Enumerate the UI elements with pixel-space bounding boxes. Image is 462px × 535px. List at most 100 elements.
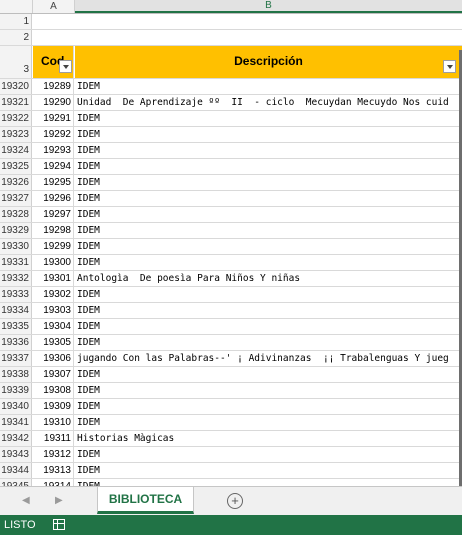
row-number[interactable]: 2	[0, 30, 32, 45]
scroll-tabs-right-icon[interactable]: ▶	[55, 495, 63, 506]
description-cell[interactable]: IDEM	[75, 463, 462, 478]
row-number[interactable]: 1	[0, 14, 32, 29]
spreadsheet-grid[interactable]: A B 1 2 3 Cod Descripción 19320 19289 IDEM…	[0, 0, 462, 486]
description-cell[interactable]: IDEM	[75, 415, 462, 430]
row-number[interactable]: 19320	[0, 79, 32, 94]
description-cell[interactable]: IDEM	[75, 175, 462, 190]
select-all-corner[interactable]	[0, 0, 33, 13]
table-row: 19328 19297 IDEM	[0, 207, 462, 223]
code-cell[interactable]: 19298	[33, 223, 74, 238]
code-cell[interactable]: 19309	[33, 399, 74, 414]
table-row: 19333 19302 IDEM	[0, 287, 462, 303]
row-number[interactable]: 19334	[0, 303, 32, 318]
description-cell[interactable]: IDEM	[75, 255, 462, 270]
description-cell[interactable]: IDEM	[75, 447, 462, 462]
column-header-b[interactable]: B	[75, 0, 462, 13]
row-number[interactable]: 19337	[0, 351, 32, 366]
filter-dropdown-icon[interactable]	[443, 60, 456, 73]
description-cell[interactable]: IDEM	[75, 479, 462, 486]
row-number[interactable]: 19329	[0, 223, 32, 238]
description-cell[interactable]: IDEM	[75, 319, 462, 334]
description-cell[interactable]: IDEM	[75, 79, 462, 94]
description-cell[interactable]: Unidad De Aprendizaje ºº II - ciclo Mecu…	[75, 95, 462, 110]
description-cell[interactable]: IDEM	[75, 159, 462, 174]
code-cell[interactable]: 19292	[33, 127, 74, 142]
table-row-1: 1	[0, 14, 462, 30]
description-cell[interactable]: IDEM	[75, 239, 462, 254]
description-cell[interactable]: IDEM	[75, 223, 462, 238]
code-cell[interactable]: 19305	[33, 335, 74, 350]
row-number[interactable]: 19341	[0, 415, 32, 430]
description-cell[interactable]: IDEM	[75, 287, 462, 302]
description-cell[interactable]: IDEM	[75, 207, 462, 222]
description-cell[interactable]: Antologìa De poesìa Para Niños Y niñas	[75, 271, 462, 286]
description-cell[interactable]: IDEM	[75, 303, 462, 318]
row-number[interactable]: 19345	[0, 479, 32, 486]
row-number[interactable]: 19324	[0, 143, 32, 158]
description-cell[interactable]: IDEM	[75, 335, 462, 350]
code-cell[interactable]: 19312	[33, 447, 74, 462]
code-cell[interactable]: 19295	[33, 175, 74, 190]
code-cell[interactable]: 19296	[33, 191, 74, 206]
row-number[interactable]: 19333	[0, 287, 32, 302]
description-cell[interactable]: IDEM	[75, 367, 462, 382]
row-number[interactable]: 19327	[0, 191, 32, 206]
row-number[interactable]: 19323	[0, 127, 32, 142]
code-cell[interactable]: 19304	[33, 319, 74, 334]
row-number[interactable]: 19342	[0, 431, 32, 446]
filter-dropdown-icon[interactable]	[59, 60, 72, 73]
row-number[interactable]: 19325	[0, 159, 32, 174]
code-cell[interactable]: 19313	[33, 463, 74, 478]
code-cell[interactable]: 19300	[33, 255, 74, 270]
add-sheet-icon[interactable]: +	[227, 493, 243, 509]
sheet-view-icon[interactable]	[53, 519, 65, 530]
code-cell[interactable]: 19291	[33, 111, 74, 126]
row-number[interactable]: 19338	[0, 367, 32, 382]
code-cell[interactable]: 19310	[33, 415, 74, 430]
code-cell[interactable]: 19301	[33, 271, 74, 286]
code-cell[interactable]: 19314	[33, 479, 74, 486]
code-cell[interactable]: 19289	[33, 79, 74, 94]
row-number[interactable]: 19336	[0, 335, 32, 350]
column-header-a[interactable]: A	[33, 0, 75, 13]
sheet-tab-biblioteca[interactable]: BIBLIOTECA	[97, 487, 194, 514]
row-number[interactable]: 19326	[0, 175, 32, 190]
code-cell[interactable]: 19293	[33, 143, 74, 158]
code-cell[interactable]: 19303	[33, 303, 74, 318]
row-number[interactable]: 19340	[0, 399, 32, 414]
table-row: 19320 19289 IDEM	[0, 79, 462, 95]
description-cell[interactable]: IDEM	[75, 111, 462, 126]
code-cell[interactable]: 19306	[33, 351, 74, 366]
code-cell[interactable]: 19311	[33, 431, 74, 446]
row-number[interactable]: 19321	[0, 95, 32, 110]
description-cell[interactable]: jugando Con las Palabras--' ¡ Adivinanza…	[75, 351, 462, 366]
description-cell[interactable]: IDEM	[75, 399, 462, 414]
row-number[interactable]: 19330	[0, 239, 32, 254]
description-cell[interactable]: IDEM	[75, 127, 462, 142]
row-number[interactable]: 19343	[0, 447, 32, 462]
code-cell[interactable]: 19294	[33, 159, 74, 174]
description-cell[interactable]: IDEM	[75, 143, 462, 158]
header-cell-description[interactable]: Descripción	[75, 46, 462, 78]
table-row: 1934519314IDEM	[0, 479, 462, 486]
row-number[interactable]: 19328	[0, 207, 32, 222]
code-cell[interactable]: 19297	[33, 207, 74, 222]
row-number[interactable]: 19339	[0, 383, 32, 398]
code-cell[interactable]: 19290	[33, 95, 74, 110]
row-number[interactable]: 19344	[0, 463, 32, 478]
code-cell[interactable]: 19307	[33, 367, 74, 382]
row-number[interactable]: 19322	[0, 111, 32, 126]
code-cell[interactable]: 19308	[33, 383, 74, 398]
row-number[interactable]: 3	[0, 46, 32, 78]
row-number[interactable]: 19335	[0, 319, 32, 334]
code-cell[interactable]: 19302	[33, 287, 74, 302]
row-number[interactable]: 19332	[0, 271, 32, 286]
table-row: 19343 19312 IDEM	[0, 447, 462, 463]
scroll-tabs-left-icon[interactable]: ◀	[22, 495, 30, 506]
description-cell[interactable]: IDEM	[75, 191, 462, 206]
row-number[interactable]: 19331	[0, 255, 32, 270]
description-cell[interactable]: Historias Màgicas	[75, 431, 462, 446]
code-cell[interactable]: 19299	[33, 239, 74, 254]
header-cell-code[interactable]: Cod	[33, 46, 74, 78]
description-cell[interactable]: IDEM	[75, 383, 462, 398]
